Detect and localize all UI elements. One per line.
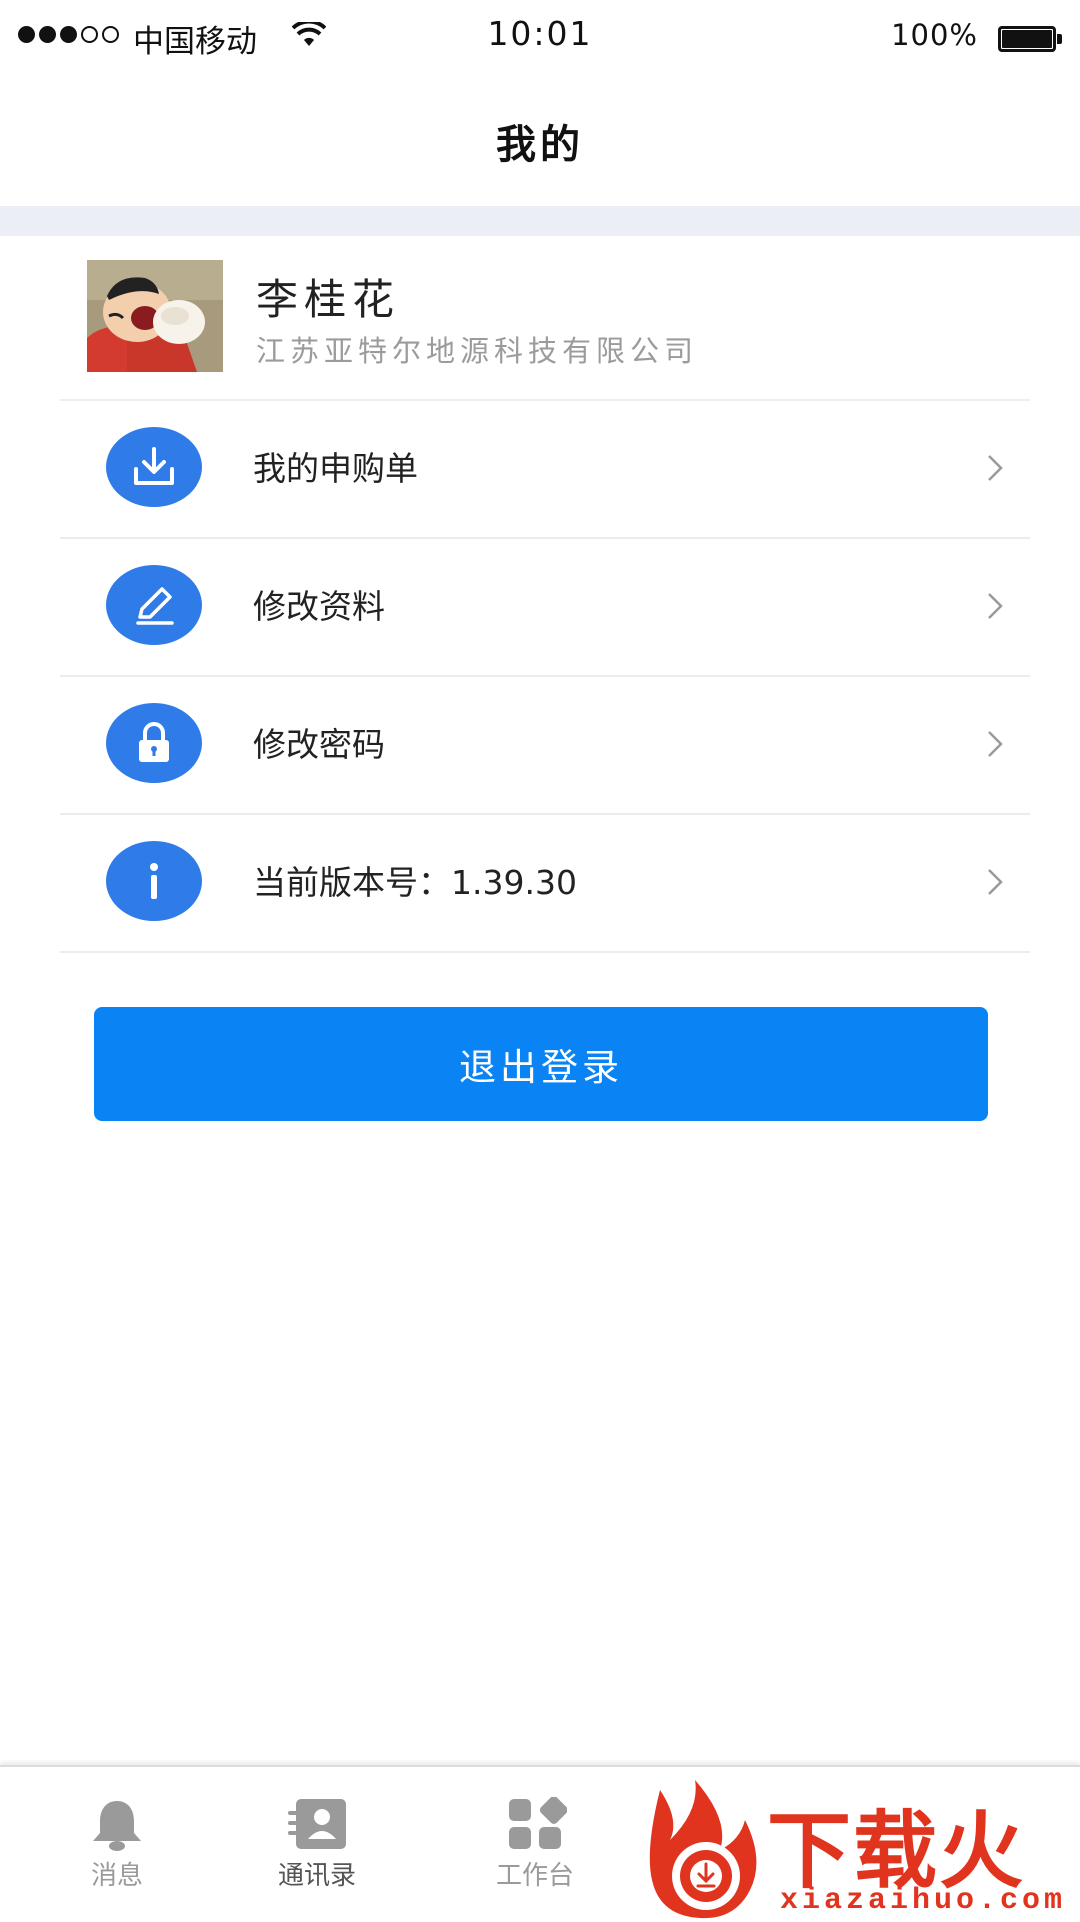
menu-item-version[interactable]: 当前版本号：1.39.30 [60,815,1030,953]
menu-item-label: 修改资料 [253,587,385,626]
contacts-icon [288,1799,346,1849]
tab-contacts[interactable]: 通讯录 [242,1797,392,1892]
menu-item-purchase-orders[interactable]: 我的申购单 [60,401,1030,539]
tab-label: 消息 [90,1861,143,1891]
company-name: 江苏亚特尔地源科技有限公司 [256,334,699,368]
chevron-right-icon [988,455,1003,481]
info-icon [106,841,202,921]
user-name: 李桂花 [256,275,401,324]
logout-button[interactable]: 退出登录 [94,1007,988,1121]
battery-percent: 100% [891,18,978,52]
flame-logo-icon [649,1780,757,1919]
section-divider [0,206,1080,236]
lock-icon [106,703,202,783]
settings-menu: 我的申购单 修改资料 修改密码 当前版本号：1.39.30 [60,401,1030,953]
tab-label: 通讯录 [277,1861,356,1891]
menu-item-label: 我的申购单 [253,449,418,488]
edit-icon [106,565,202,645]
chevron-right-icon [988,731,1003,757]
chevron-right-icon [988,869,1003,895]
menu-item-label: 修改密码 [253,725,385,764]
profile-card[interactable]: 李桂花 江苏亚特尔地源科技有限公司 [0,236,1080,401]
tab-label: 工作台 [495,1861,574,1891]
watermark-logo: 下载火 xiazaihuo.com [640,1780,1080,1920]
status-bar: 中国移动 10:01 100% [0,0,1080,76]
watermark-domain: xiazaihuo.com [780,1884,1067,1918]
page-title: 我的 [496,122,584,168]
bell-icon [93,1801,141,1851]
chevron-right-icon [988,593,1003,619]
download-icon [106,427,202,507]
avatar [87,260,223,372]
workbench-icon [509,1797,567,1849]
menu-item-change-password[interactable]: 修改密码 [60,677,1030,815]
menu-item-label: 当前版本号：1.39.30 [253,863,577,902]
tab-messages[interactable]: 消息 [42,1797,192,1892]
tab-workbench[interactable]: 工作台 [460,1797,610,1892]
battery-icon [998,26,1062,52]
menu-item-edit-profile[interactable]: 修改资料 [60,539,1030,677]
